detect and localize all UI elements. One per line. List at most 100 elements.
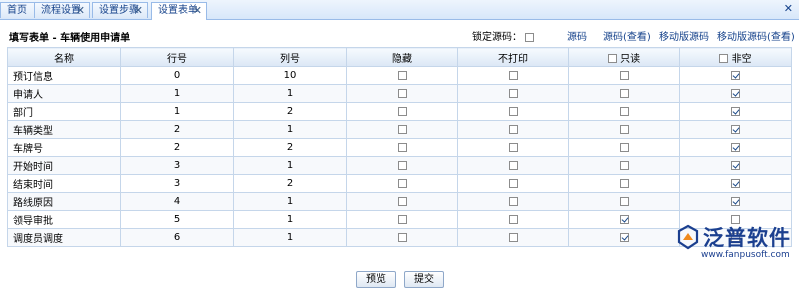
table-row: 开始时间 3 1 — [7, 156, 792, 175]
readonly-checkbox[interactable] — [619, 124, 629, 134]
notnull-checkbox[interactable] — [731, 88, 740, 98]
cell-col: 1 — [233, 192, 347, 211]
readonly-checkbox[interactable] — [619, 70, 629, 80]
preview-button[interactable]: 预览 — [356, 271, 396, 288]
cell-hidden — [346, 156, 458, 175]
cell-noprint — [457, 66, 569, 85]
header-name: 名称 — [7, 47, 121, 67]
hidden-checkbox[interactable] — [397, 196, 407, 206]
cell-col: 1 — [233, 228, 347, 247]
noprint-checkbox[interactable] — [508, 160, 518, 170]
cell-noprint — [457, 120, 569, 139]
cell-hidden — [346, 66, 458, 85]
hidden-checkbox[interactable] — [397, 142, 407, 152]
hidden-checkbox[interactable] — [397, 88, 407, 98]
hidden-checkbox[interactable] — [397, 178, 407, 188]
mobile-source-view-link[interactable]: 移动版源码(查看) — [717, 28, 795, 43]
hidden-checkbox[interactable] — [397, 160, 407, 170]
hidden-checkbox[interactable] — [397, 214, 407, 224]
cell-hidden — [346, 192, 458, 211]
collapse-icon[interactable]: ✕ — [784, 2, 793, 15]
notnull-all-checkbox[interactable] — [719, 54, 729, 63]
lock-source-checkbox[interactable] — [525, 32, 535, 42]
brand-logo: 泛普软件 www.fanpusoft.com — [671, 220, 799, 271]
cell-noprint — [457, 192, 569, 211]
cell-row: 4 — [120, 192, 234, 211]
notnull-checkbox[interactable] — [731, 70, 740, 80]
cell-name: 路线原因 — [7, 192, 121, 211]
hidden-checkbox[interactable] — [397, 232, 407, 242]
cell-readonly — [568, 210, 680, 229]
lock-source-label: 锁定源码： — [472, 32, 522, 43]
noprint-checkbox[interactable] — [508, 196, 518, 206]
logo-url-text: www.fanpusoft.com — [701, 250, 790, 260]
close-icon[interactable]: ✕ — [76, 3, 85, 18]
noprint-checkbox[interactable] — [508, 124, 518, 134]
tab-form-settings[interactable]: 设置表单 ✕ — [151, 2, 207, 20]
cell-readonly — [568, 66, 680, 85]
cell-readonly — [568, 138, 680, 157]
cell-name: 开始时间 — [7, 156, 121, 175]
table-row: 预订信息 0 10 — [7, 66, 792, 85]
cell-readonly — [568, 84, 680, 103]
readonly-checkbox[interactable] — [619, 232, 629, 242]
cell-notnull — [679, 138, 792, 157]
noprint-checkbox[interactable] — [508, 88, 518, 98]
readonly-checkbox[interactable] — [619, 160, 629, 170]
tab-step-settings[interactable]: 设置步骤 ✕ — [92, 2, 148, 18]
hidden-checkbox[interactable] — [397, 124, 407, 134]
readonly-checkbox[interactable] — [619, 88, 629, 98]
table-row: 车牌号 2 2 — [7, 138, 792, 157]
cell-col: 1 — [233, 120, 347, 139]
notnull-checkbox[interactable] — [731, 142, 740, 152]
cell-name: 领导审批 — [7, 210, 121, 229]
noprint-checkbox[interactable] — [508, 178, 518, 188]
notnull-checkbox[interactable] — [731, 178, 740, 188]
tab-process-settings[interactable]: 流程设置 ✕ — [34, 2, 90, 18]
cell-row: 0 — [120, 66, 234, 85]
header-notnull: 非空 — [679, 47, 792, 67]
cell-row: 5 — [120, 210, 234, 229]
header-col: 列号 — [233, 47, 347, 67]
cell-col: 10 — [233, 66, 347, 85]
cell-name: 调度员调度 — [7, 228, 121, 247]
cell-name: 部门 — [7, 102, 121, 121]
logo-brand-text: 泛普软件 — [703, 226, 791, 250]
cell-col: 1 — [233, 210, 347, 229]
noprint-checkbox[interactable] — [508, 214, 518, 224]
submit-button[interactable]: 提交 — [404, 271, 444, 288]
cell-readonly — [568, 192, 680, 211]
readonly-checkbox[interactable] — [619, 178, 629, 188]
hidden-checkbox[interactable] — [397, 106, 407, 116]
cell-noprint — [457, 138, 569, 157]
cell-row: 1 — [120, 84, 234, 103]
notnull-checkbox[interactable] — [731, 106, 740, 116]
mobile-source-link[interactable]: 移动版源码 — [659, 28, 709, 43]
noprint-checkbox[interactable] — [508, 70, 518, 80]
readonly-checkbox[interactable] — [619, 196, 629, 206]
close-icon[interactable]: ✕ — [193, 3, 202, 18]
cell-col: 2 — [233, 102, 347, 121]
notnull-checkbox[interactable] — [731, 196, 740, 206]
source-link[interactable]: 源码 — [567, 28, 587, 43]
cell-noprint — [457, 174, 569, 193]
readonly-checkbox[interactable] — [619, 106, 629, 116]
notnull-checkbox[interactable] — [731, 124, 740, 134]
close-icon[interactable]: ✕ — [134, 3, 143, 18]
noprint-checkbox[interactable] — [508, 142, 518, 152]
cell-row: 2 — [120, 120, 234, 139]
notnull-checkbox[interactable] — [731, 160, 740, 170]
cell-col: 1 — [233, 84, 347, 103]
readonly-checkbox[interactable] — [619, 142, 629, 152]
page-title: 填写表单 - 车辆使用申请单 — [9, 33, 131, 44]
source-view-link[interactable]: 源码(查看) — [603, 28, 651, 43]
lock-source-toggle: 锁定源码： — [472, 28, 535, 43]
readonly-checkbox[interactable] — [619, 214, 629, 224]
cell-readonly — [568, 120, 680, 139]
readonly-all-checkbox[interactable] — [607, 54, 617, 63]
header-notnull-label: 非空 — [731, 53, 752, 65]
noprint-checkbox[interactable] — [508, 106, 518, 116]
noprint-checkbox[interactable] — [508, 232, 518, 242]
hidden-checkbox[interactable] — [397, 70, 407, 80]
header-readonly-label: 只读 — [620, 53, 641, 65]
